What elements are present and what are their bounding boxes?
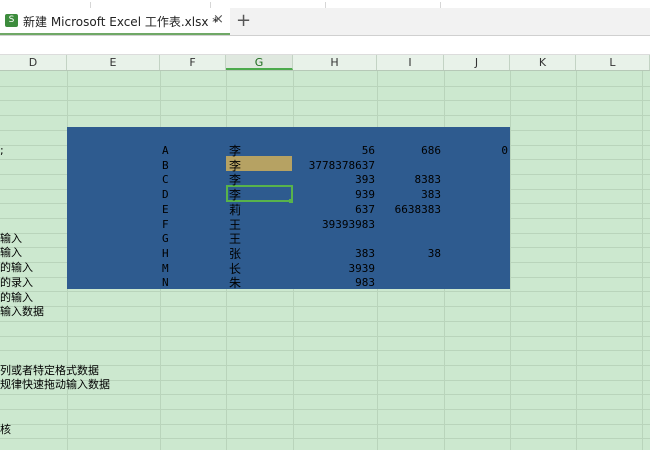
column-header-i[interactable]: I	[377, 55, 444, 70]
column-header-d[interactable]: D	[0, 55, 67, 70]
left-cell-text: 的输入	[0, 291, 33, 304]
cell-h[interactable]: 56	[293, 144, 375, 158]
cell-g[interactable]: 李	[229, 144, 269, 158]
left-cell-text: 输入	[0, 246, 22, 259]
cell-i[interactable]: 686	[377, 144, 441, 158]
formula-bar-area	[0, 36, 650, 55]
cell-f[interactable]: F	[162, 218, 202, 232]
cell-f[interactable]: B	[162, 159, 202, 173]
cell-j[interactable]	[444, 203, 508, 217]
document-tab[interactable]: S 新建 Microsoft Excel 工作表.xlsx * ×	[0, 8, 230, 35]
left-cell-text: 核	[0, 423, 11, 436]
title-strip	[0, 0, 650, 8]
close-tab-icon[interactable]: ×	[213, 12, 224, 27]
column-header-h[interactable]: H	[293, 55, 377, 70]
left-cell-text: 规律快速拖动输入数据	[0, 378, 110, 391]
cell-h[interactable]: 39393983	[293, 218, 375, 232]
spreadsheet-file-icon: S	[5, 14, 18, 27]
new-tab-button[interactable]: +	[236, 10, 251, 31]
cell-i[interactable]	[377, 262, 441, 276]
cell-f[interactable]: C	[162, 173, 202, 187]
cell-g[interactable]: 朱	[229, 276, 269, 290]
cell-i[interactable]: 383	[377, 188, 441, 202]
cell-i[interactable]: 8383	[377, 173, 442, 187]
column-header-g[interactable]: G	[226, 55, 293, 70]
cell-f[interactable]: H	[162, 247, 202, 261]
cell-g[interactable]: 李	[229, 188, 269, 202]
cell-f[interactable]: D	[162, 188, 202, 202]
cell-g[interactable]: 王	[229, 218, 269, 232]
cell-j[interactable]	[444, 159, 508, 173]
cell-g[interactable]: 张	[229, 247, 269, 261]
cell-f[interactable]: E	[162, 203, 202, 217]
cell-h[interactable]: 939	[293, 188, 375, 202]
left-cell-text: ;	[0, 144, 4, 157]
cell-h[interactable]: 383	[293, 247, 375, 261]
cell-h[interactable]: 3778378637	[293, 159, 375, 173]
cell-j[interactable]	[444, 262, 508, 276]
column-header-j[interactable]: J	[444, 55, 510, 70]
left-cell-text: 的输入	[0, 261, 33, 274]
cell-j[interactable]	[444, 247, 508, 261]
cell-i[interactable]	[377, 159, 441, 173]
column-header-row: D E F G H I J K L	[0, 55, 650, 71]
cell-j[interactable]: 0	[444, 144, 508, 158]
cell-h[interactable]: 637	[293, 203, 375, 217]
cell-i[interactable]: 6638383	[377, 203, 441, 217]
left-cell-text: 列或者特定格式数据	[0, 364, 99, 377]
cell-h[interactable]: 393	[293, 173, 375, 187]
cell-i[interactable]	[377, 276, 441, 290]
cell-i[interactable]: 38	[377, 247, 441, 261]
cell-f[interactable]: A	[162, 144, 202, 158]
left-cell-text: 的录入	[0, 276, 33, 289]
cell-i[interactable]	[377, 218, 441, 232]
cell-f[interactable]: M	[162, 262, 202, 276]
cell-h[interactable]: 3939	[293, 262, 376, 276]
cell-g[interactable]: 莉	[229, 203, 269, 217]
column-header-f[interactable]: F	[160, 55, 226, 70]
cell-j[interactable]	[444, 276, 508, 290]
left-cell-text: 输入数据	[0, 305, 44, 318]
cell-h[interactable]	[293, 232, 375, 246]
cell-g[interactable]: 李	[229, 173, 269, 187]
cell-h[interactable]: 983	[293, 276, 375, 290]
spreadsheet-sheet[interactable]: D E F G H I J K L A 李 56 686 0 B 李 3778378637 C 李…	[0, 55, 650, 450]
column-header-l[interactable]: L	[576, 55, 650, 70]
document-tab-title: 新建 Microsoft Excel 工作表.xlsx *	[23, 15, 219, 29]
cell-j[interactable]	[444, 188, 508, 202]
column-header-e[interactable]: E	[67, 55, 160, 70]
cell-g[interactable]: 李	[229, 159, 269, 173]
cell-j[interactable]	[444, 173, 508, 187]
cell-j[interactable]	[444, 232, 508, 246]
left-cell-text: 输入	[0, 232, 22, 245]
cell-j[interactable]	[444, 218, 508, 232]
cell-f[interactable]: N	[162, 276, 202, 290]
document-tab-bar: S 新建 Microsoft Excel 工作表.xlsx * × +	[0, 8, 650, 36]
cell-g[interactable]: 王	[229, 232, 269, 246]
cell-f[interactable]: G	[162, 232, 202, 246]
cell-g[interactable]: 长	[229, 262, 269, 276]
column-header-k[interactable]: K	[510, 55, 576, 70]
cell-i[interactable]	[377, 232, 441, 246]
